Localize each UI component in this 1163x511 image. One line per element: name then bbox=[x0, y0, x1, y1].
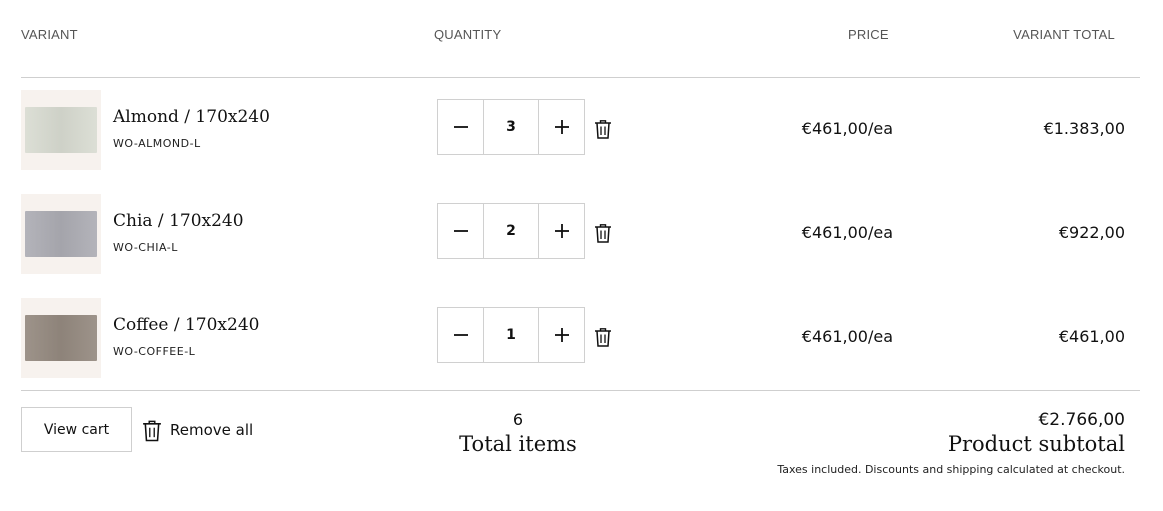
minus-icon bbox=[453, 334, 468, 336]
quantity-stepper: 3 bbox=[437, 99, 585, 155]
trash-icon bbox=[595, 120, 611, 139]
product-name[interactable]: Coffee / 170x240 bbox=[113, 315, 259, 335]
cart-row: Almond / 170x240 WO-ALMOND-L 3 €461,00/e… bbox=[0, 90, 1163, 170]
increase-quantity-button[interactable] bbox=[539, 100, 584, 154]
unit-price: €461,00/ea bbox=[801, 119, 893, 138]
product-image bbox=[25, 211, 97, 257]
product-sku: WO-CHIA-L bbox=[113, 241, 178, 254]
decrease-quantity-button[interactable] bbox=[438, 308, 483, 362]
total-items-count: 6 bbox=[512, 410, 524, 429]
unit-price: €461,00/ea bbox=[801, 327, 893, 346]
quantity-stepper: 2 bbox=[437, 203, 585, 259]
variant-total: €461,00 bbox=[1058, 327, 1125, 346]
total-items-label: Total items bbox=[459, 432, 577, 456]
product-subtotal-label: Product subtotal bbox=[947, 432, 1125, 456]
product-name[interactable]: Chia / 170x240 bbox=[113, 211, 244, 231]
remove-all-label: Remove all bbox=[170, 421, 254, 439]
trash-icon bbox=[143, 420, 161, 441]
plus-icon bbox=[554, 224, 569, 238]
product-sku: WO-ALMOND-L bbox=[113, 137, 201, 150]
footer-divider bbox=[21, 390, 1140, 391]
decrease-quantity-button[interactable] bbox=[438, 100, 483, 154]
variant-total: €1.383,00 bbox=[1043, 119, 1125, 138]
decrease-quantity-button[interactable] bbox=[438, 204, 483, 258]
plus-icon bbox=[554, 328, 569, 342]
quantity-input[interactable]: 3 bbox=[483, 100, 539, 154]
unit-price: €461,00/ea bbox=[801, 223, 893, 242]
cart-row: Chia / 170x240 WO-CHIA-L 2 €461,00/ea €9… bbox=[0, 194, 1163, 274]
minus-icon bbox=[453, 230, 468, 232]
product-image bbox=[25, 315, 97, 361]
plus-icon bbox=[554, 120, 569, 134]
column-header-quantity: QUANTITY bbox=[434, 27, 502, 42]
minus-icon bbox=[453, 126, 468, 128]
cart-row: Coffee / 170x240 WO-COFFEE-L 1 €461,00/e… bbox=[0, 298, 1163, 378]
product-thumbnail[interactable] bbox=[21, 298, 101, 378]
trash-icon bbox=[595, 328, 611, 347]
quantity-input[interactable]: 1 bbox=[483, 308, 539, 362]
quantity-stepper: 1 bbox=[437, 307, 585, 363]
product-sku: WO-COFFEE-L bbox=[113, 345, 196, 358]
trash-icon bbox=[595, 224, 611, 243]
view-cart-button[interactable]: View cart bbox=[21, 407, 132, 452]
remove-item-button[interactable] bbox=[594, 327, 612, 347]
product-thumbnail[interactable] bbox=[21, 194, 101, 274]
column-header-variant-total: VARIANT TOTAL bbox=[1013, 27, 1115, 42]
product-image bbox=[25, 107, 97, 153]
product-subtotal-value: €2.766,00 bbox=[1038, 410, 1125, 430]
product-thumbnail[interactable] bbox=[21, 90, 101, 170]
increase-quantity-button[interactable] bbox=[539, 204, 584, 258]
remove-item-button[interactable] bbox=[594, 119, 612, 139]
column-header-variant: VARIANT bbox=[21, 27, 78, 42]
variant-total: €922,00 bbox=[1058, 223, 1125, 242]
product-name[interactable]: Almond / 170x240 bbox=[113, 107, 270, 127]
remove-all-button[interactable]: Remove all bbox=[142, 418, 253, 442]
remove-item-button[interactable] bbox=[594, 223, 612, 243]
quantity-input[interactable]: 2 bbox=[483, 204, 539, 258]
increase-quantity-button[interactable] bbox=[539, 308, 584, 362]
column-header-price: PRICE bbox=[848, 27, 889, 42]
header-divider bbox=[21, 77, 1140, 78]
tax-note: Taxes included. Discounts and shipping c… bbox=[777, 463, 1125, 476]
